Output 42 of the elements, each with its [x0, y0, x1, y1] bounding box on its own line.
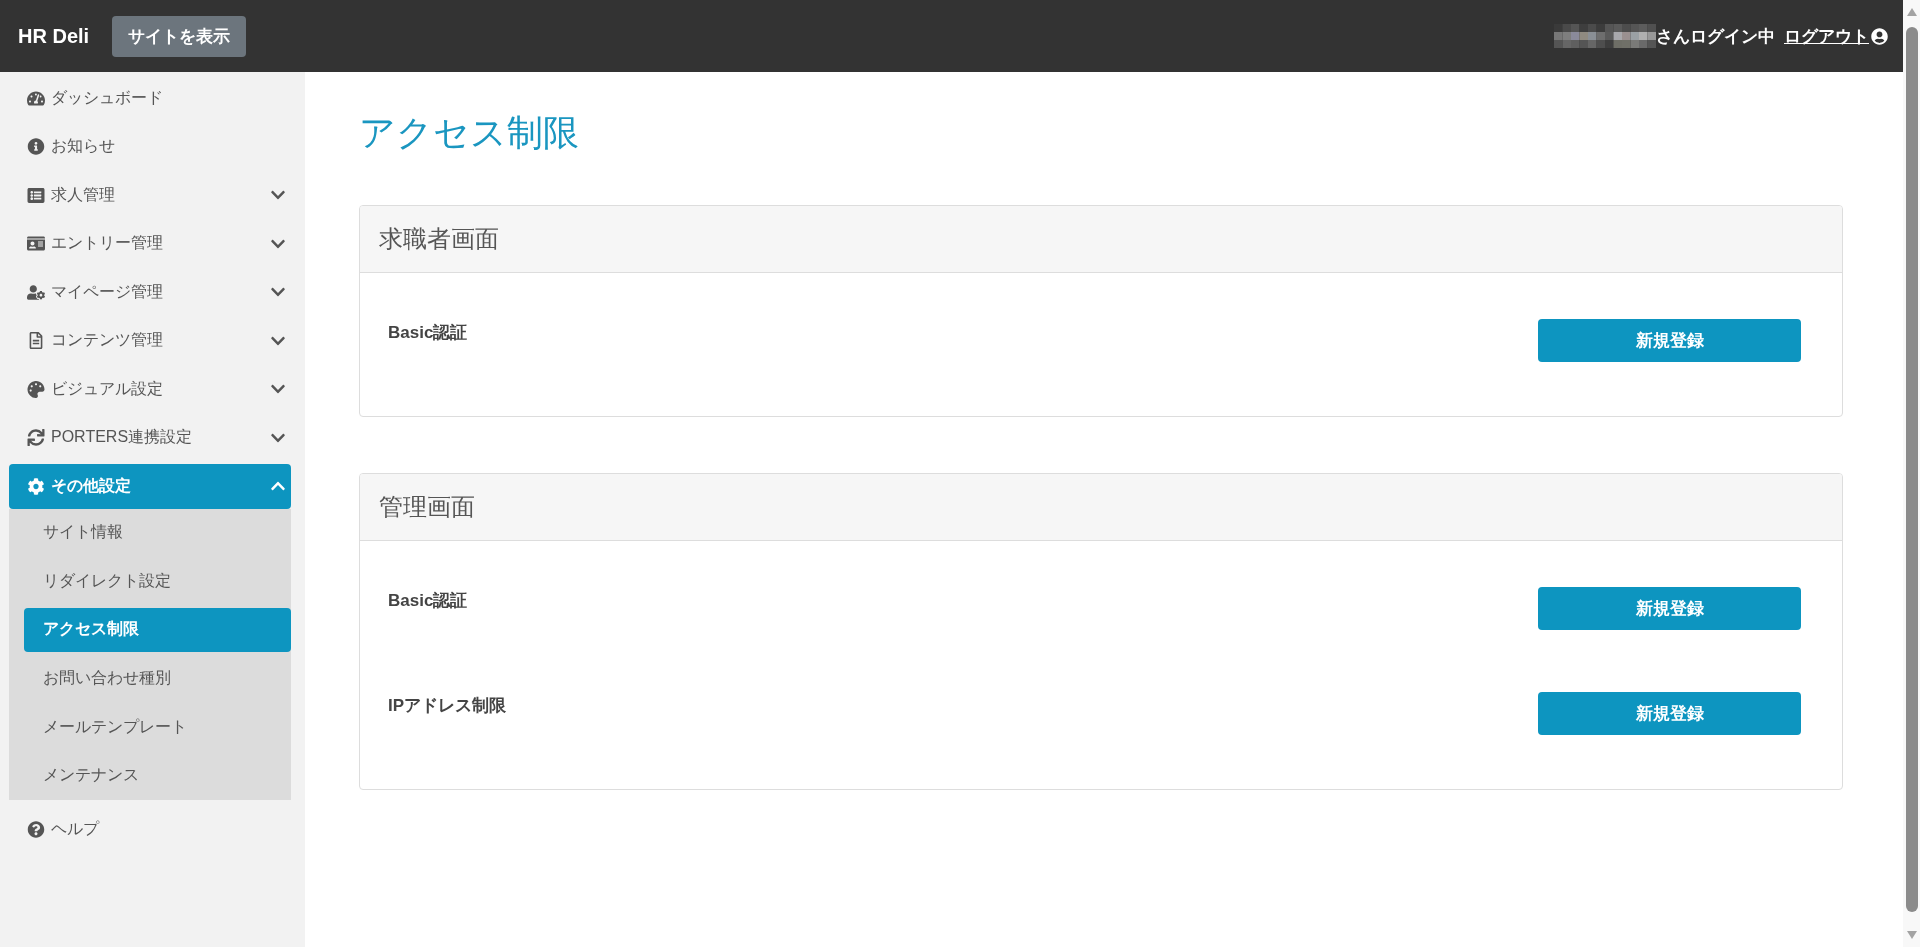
scroll-down-icon[interactable]	[1906, 930, 1917, 940]
document-icon	[27, 332, 45, 349]
login-status: さんログイン中	[1656, 25, 1775, 48]
view-site-button[interactable]: サイトを表示	[112, 15, 247, 57]
list-icon	[27, 186, 45, 204]
refresh-icon	[27, 429, 45, 446]
gauge-icon	[27, 89, 45, 107]
page-title: アクセス制限	[359, 111, 580, 155]
sidebar-item[interactable]: お知らせ	[9, 124, 291, 169]
register-button[interactable]: 新規登録	[1538, 319, 1801, 363]
settings-icon	[27, 477, 45, 495]
user-gear-icon	[27, 283, 45, 301]
submenu-item[interactable]: メンテナンス	[24, 753, 291, 798]
sidebar-item[interactable]: ビジュアル設定	[9, 366, 291, 412]
id-card-icon	[27, 235, 45, 252]
register-button[interactable]: 新規登録	[1538, 587, 1801, 631]
brand-logo[interactable]: HR Deli	[18, 24, 90, 48]
sidebar-item[interactable]: 求人管理	[9, 172, 291, 218]
sidebar-item[interactable]: マイページ管理	[9, 269, 291, 315]
sidebar-item[interactable]: ヘルプ	[9, 807, 291, 853]
sidebar-item[interactable]: ダッシュボード	[9, 75, 291, 121]
submenu-item[interactable]: サイト情報	[24, 510, 291, 555]
scrollbar-thumb[interactable]	[1905, 27, 1918, 912]
submenu-item[interactable]: アクセス制限	[24, 608, 291, 652]
submenu-item[interactable]: メールテンプレート	[24, 705, 291, 750]
sidebar-item[interactable]: エントリー管理	[9, 221, 291, 266]
sidebar-item[interactable]: その他設定	[9, 463, 291, 509]
sidebar-item[interactable]: PORTERS連携設定	[9, 415, 291, 460]
submenu-item[interactable]: リダイレクト設定	[24, 559, 291, 604]
palette-icon	[27, 380, 45, 398]
setting-label: Basic認証	[388, 322, 468, 345]
logout-link[interactable]: ログアウト	[1784, 24, 1869, 48]
scroll-up-icon[interactable]	[1906, 7, 1917, 17]
card-header: 求職者画面	[360, 206, 1842, 274]
register-button[interactable]: 新規登録	[1538, 692, 1801, 736]
submenu-item[interactable]: お問い合わせ種別	[24, 656, 291, 701]
help-icon	[27, 821, 45, 839]
card-header: 管理画面	[360, 474, 1842, 542]
setting-label: Basic認証	[388, 590, 468, 613]
info-icon	[27, 138, 45, 155]
setting-label: IPアドレス制限	[388, 695, 507, 718]
sidebar-item[interactable]: コンテンツ管理	[9, 318, 291, 363]
